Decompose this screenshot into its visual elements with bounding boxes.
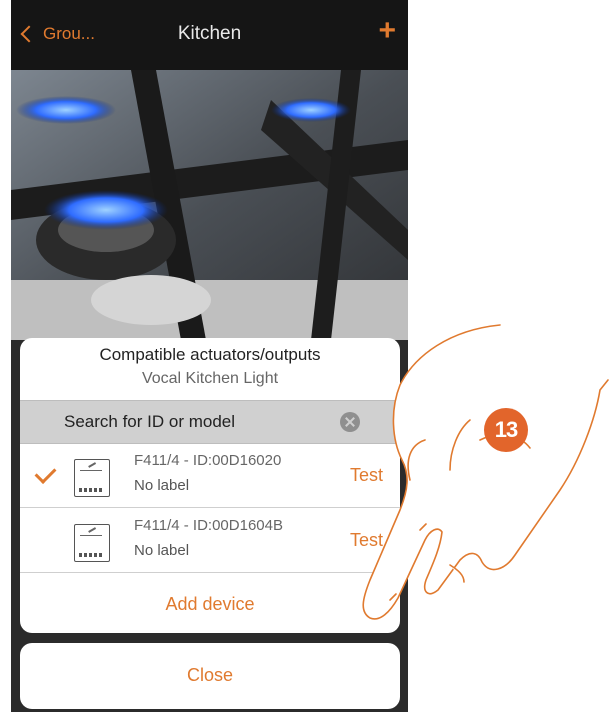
pointing-hand-illustration bbox=[362, 324, 609, 620]
plus-icon[interactable]: + bbox=[378, 16, 396, 46]
step-number-badge: 13 bbox=[484, 408, 528, 452]
actuator-device-icon bbox=[74, 459, 110, 497]
device-label: No label bbox=[134, 542, 190, 559]
search-placeholder: Search for ID or model bbox=[64, 412, 236, 431]
checkmark-icon bbox=[34, 462, 57, 484]
page-title: Kitchen bbox=[177, 23, 242, 44]
top-bar: Grou... Kitchen + bbox=[11, 0, 408, 70]
device-label: No label bbox=[134, 477, 190, 494]
actuator-device-icon bbox=[74, 524, 110, 562]
device-model-id: F411/4 - ID:00D16020 bbox=[134, 452, 282, 469]
device-model-id: F411/4 - ID:00D1604B bbox=[134, 517, 283, 534]
